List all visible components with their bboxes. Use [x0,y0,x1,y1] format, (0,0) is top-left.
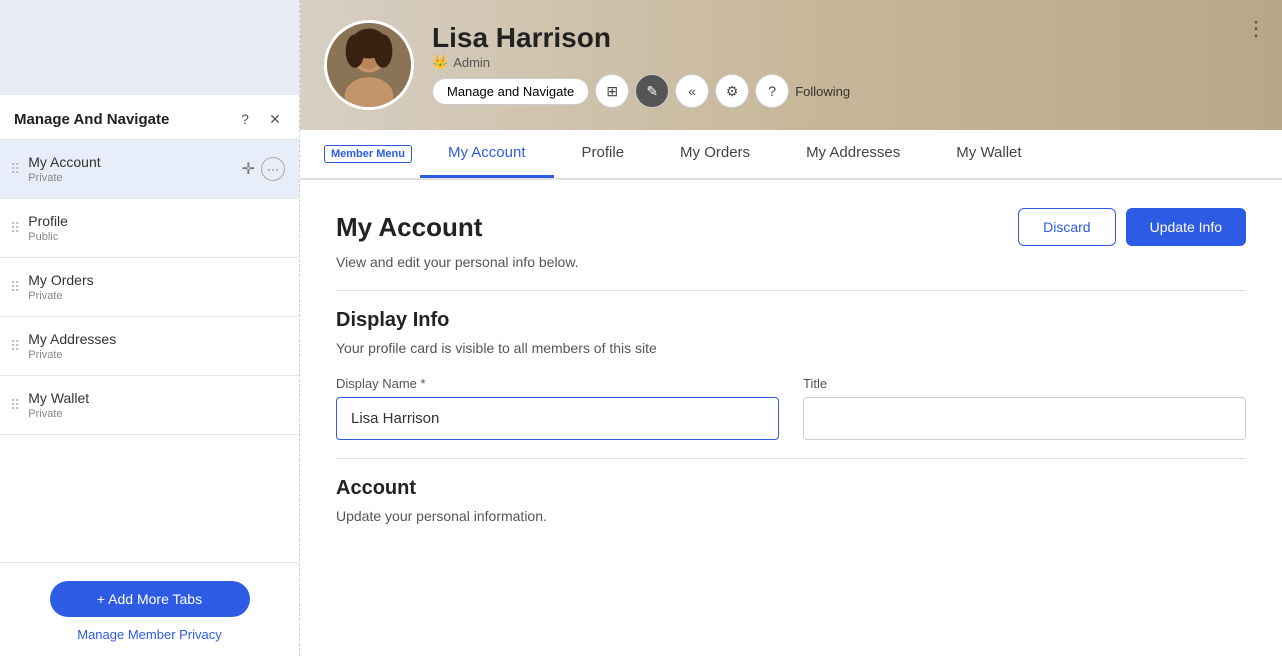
sidebar-item-sublabel: Public [28,231,285,243]
sidebar-item-my-orders[interactable]: ⠿ My Orders Private [0,258,299,317]
tab-my-wallet[interactable]: My Wallet [928,130,1049,178]
sidebar-item-sublabel: Private [28,408,285,420]
main-area: Lisa Harrison 👑 Admin Manage and Navigat… [300,0,1282,656]
sidebar-item-actions: ✛ ··· [242,157,285,181]
sidebar-item-my-account[interactable]: ⠿ My Account Private ✛ ··· [0,140,299,199]
tab-profile[interactable]: Profile [554,130,653,178]
sidebar-top-bar [0,0,299,95]
content-header-actions: Discard Update Info [1018,208,1246,246]
divider [336,290,1246,291]
discard-button[interactable]: Discard [1018,208,1115,246]
move-icon[interactable]: ✛ [242,159,255,179]
account-subtitle: Update your personal information. [336,508,1246,524]
sidebar-item-sublabel: Private [28,172,241,184]
profile-name: Lisa Harrison [432,22,850,54]
sidebar-item-sublabel: Private [28,349,285,361]
tab-my-account[interactable]: My Account [420,130,554,178]
back-icon-button[interactable]: « [675,74,709,108]
avatar [324,20,414,110]
role-label: Admin [453,55,490,70]
sidebar-item-label: My Wallet [28,390,285,406]
drag-handle-icon: ⠿ [10,279,20,296]
sidebar-item-sublabel: Private [28,290,285,302]
sidebar-item-label: My Addresses [28,331,285,347]
profile-role: 👑 Admin [432,54,850,70]
help-icon-button[interactable]: ? [755,74,789,108]
manage-navigate-label: Manage and Navigate [447,84,574,99]
tab-my-orders[interactable]: My Orders [652,130,778,178]
title-group: Title [803,376,1246,440]
display-info-title: Display Info [336,309,1246,332]
title-input[interactable] [803,397,1246,440]
sidebar-header: Manage And Navigate ? ✕ [0,95,299,140]
profile-banner: Lisa Harrison 👑 Admin Manage and Navigat… [300,0,1282,130]
sidebar-title: Manage And Navigate [14,111,169,128]
display-name-label: Display Name * [336,376,779,391]
display-name-row: Display Name * Title [336,376,1246,440]
add-tabs-button[interactable]: + Add More Tabs [50,581,250,617]
sidebar-item-content: Profile Public [28,213,285,243]
sidebar-items: ⠿ My Account Private ✛ ··· ⠿ Profile Pub… [0,140,299,562]
grid-icon-button[interactable]: ⊞ [595,74,629,108]
member-menu-label: Member Menu [324,145,412,163]
sidebar-item-content: My Wallet Private [28,390,285,420]
help-icon[interactable]: ? [235,109,255,129]
tab-my-addresses[interactable]: My Addresses [778,130,928,178]
edit-icon-button[interactable]: ✎ [635,74,669,108]
account-title: Account [336,477,1246,500]
drag-handle-icon: ⠿ [10,161,20,178]
nav-tabs: My Account Profile My Orders My Addresse… [420,130,1050,178]
profile-details: Lisa Harrison 👑 Admin Manage and Navigat… [432,22,850,108]
drag-handle-icon: ⠿ [10,220,20,237]
content-area: My Account Discard Update Info View and … [300,180,1282,656]
manage-privacy-link[interactable]: Manage Member Privacy [77,627,222,642]
sidebar-item-content: My Orders Private [28,272,285,302]
sidebar-item-content: My Account Private [28,154,241,184]
sidebar-item-content: My Addresses Private [28,331,285,361]
drag-handle-icon: ⠿ [10,338,20,355]
title-label: Title [803,376,1246,391]
settings-icon-button[interactable]: ⚙ [715,74,749,108]
page-title: My Account [336,212,482,243]
sidebar-footer: + Add More Tabs Manage Member Privacy [0,562,299,656]
display-name-input[interactable] [336,397,779,440]
content-header: My Account Discard Update Info [336,208,1246,246]
display-name-group: Display Name * [336,376,779,440]
manage-navigate-button[interactable]: Manage and Navigate [432,78,589,105]
sidebar-item-my-wallet[interactable]: ⠿ My Wallet Private [0,376,299,435]
drag-handle-icon: ⠿ [10,397,20,414]
crown-icon: 👑 [432,54,448,70]
sidebar-item-label: My Account [28,154,241,170]
toolbar-row: Manage and Navigate ⊞ ✎ « ⚙ ? Following [432,74,850,108]
item-menu-icon[interactable]: ··· [261,157,285,181]
more-options-icon[interactable]: ⋮ [1246,16,1266,41]
close-icon[interactable]: ✕ [265,109,285,129]
divider-2 [336,458,1246,459]
sidebar-item-my-addresses[interactable]: ⠿ My Addresses Private [0,317,299,376]
sidebar: Manage And Navigate ? ✕ ⠿ My Account Pri… [0,0,300,656]
display-info-subtitle: Your profile card is visible to all memb… [336,340,1246,356]
sidebar-header-icons: ? ✕ [235,109,285,129]
page-subtitle: View and edit your personal info below. [336,254,1246,270]
sidebar-item-profile[interactable]: ⠿ Profile Public [0,199,299,258]
following-text: Following [795,84,850,99]
update-info-button[interactable]: Update Info [1126,208,1246,246]
member-menu-bar: Member Menu My Account Profile My Orders… [300,130,1282,180]
sidebar-item-label: Profile [28,213,285,229]
sidebar-item-label: My Orders [28,272,285,288]
